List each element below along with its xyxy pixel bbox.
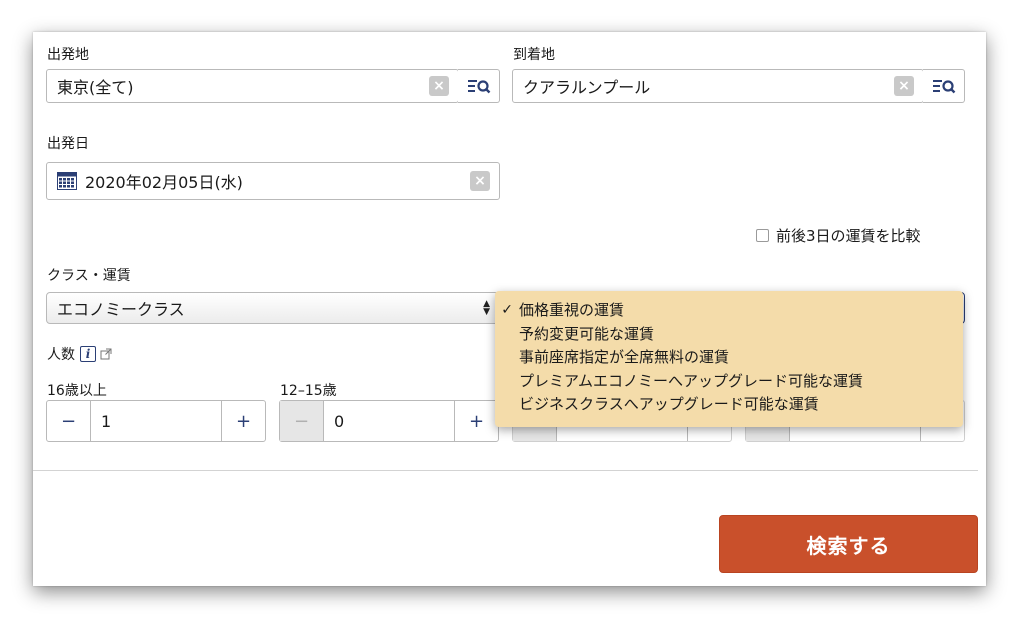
youth-count-stepper: − 0 + xyxy=(279,400,499,442)
origin-label: 出発地 xyxy=(47,47,89,63)
search-form-card: 出発地 東京(全て) × 到着地 クアラルンプール × 出発日 2020年02月… xyxy=(33,32,986,586)
departure-date-field[interactable]: 2020年02月05日(水) × xyxy=(46,162,500,200)
youth-decrement-button[interactable]: − xyxy=(280,401,323,441)
passengers-label: 人数 xyxy=(47,347,75,363)
youth-count-value[interactable]: 0 xyxy=(323,401,455,441)
destination-value: クアラルンプール xyxy=(523,78,651,97)
departure-label: 出発日 xyxy=(47,136,89,152)
info-icon[interactable]: i xyxy=(80,346,96,362)
adult-count-stepper: − 1 + xyxy=(46,400,266,442)
compare-dates-checkbox[interactable] xyxy=(756,229,769,242)
cabin-class-select[interactable]: エコノミークラス ▲ ▼ xyxy=(46,292,499,324)
fare-option[interactable]: 事前座席指定が全席無料の運賃 xyxy=(495,345,963,369)
origin-lookup-button[interactable] xyxy=(458,69,500,103)
origin-clear-button[interactable]: × xyxy=(429,76,449,96)
search-button[interactable]: 検索する xyxy=(719,515,978,573)
adult-count-value[interactable]: 1 xyxy=(90,401,222,441)
compare-dates-option[interactable]: 前後3日の運賃を比較 xyxy=(756,225,921,246)
youth-increment-button[interactable]: + xyxy=(455,401,498,441)
youth-label: 12–15歳 xyxy=(280,383,337,399)
list-search-icon xyxy=(467,80,490,94)
class-fare-label: クラス・運賃 xyxy=(47,268,131,284)
origin-field[interactable]: 東京(全て) × xyxy=(46,69,459,103)
origin-value: 東京(全て) xyxy=(57,78,134,97)
calendar-icon xyxy=(57,172,77,190)
departure-date-value: 2020年02月05日(水) xyxy=(85,173,243,192)
destination-field[interactable]: クアラルンプール × xyxy=(512,69,924,103)
adult-label: 16歳以上 xyxy=(47,383,107,399)
fare-option[interactable]: 予約変更可能な運賃 xyxy=(495,322,963,346)
fare-type-dropdown: ✓ 価格重視の運賃 予約変更可能な運賃 事前座席指定が全席無料の運賃 プレミアム… xyxy=(495,291,963,427)
adult-increment-button[interactable]: + xyxy=(222,401,265,441)
fare-option[interactable]: プレミアムエコノミーへアップグレード可能な運賃 xyxy=(495,369,963,393)
compare-dates-label: 前後3日の運賃を比較 xyxy=(776,227,921,245)
departure-clear-button[interactable]: × xyxy=(470,171,490,191)
fare-option[interactable]: ビジネスクラスへアップグレード可能な運賃 xyxy=(495,392,963,416)
select-arrows-icon: ▲ ▼ xyxy=(483,299,490,317)
divider xyxy=(33,470,978,471)
list-search-icon xyxy=(932,80,955,94)
passengers-heading: 人数 i xyxy=(47,344,112,364)
check-icon: ✓ xyxy=(501,301,513,318)
cabin-class-value: エコノミークラス xyxy=(57,300,185,319)
external-link-icon[interactable] xyxy=(100,348,112,360)
fare-option[interactable]: ✓ 価格重視の運賃 xyxy=(495,298,963,322)
destination-lookup-button[interactable] xyxy=(923,69,965,103)
destination-label: 到着地 xyxy=(513,47,555,63)
destination-clear-button[interactable]: × xyxy=(894,76,914,96)
adult-decrement-button[interactable]: − xyxy=(47,401,90,441)
